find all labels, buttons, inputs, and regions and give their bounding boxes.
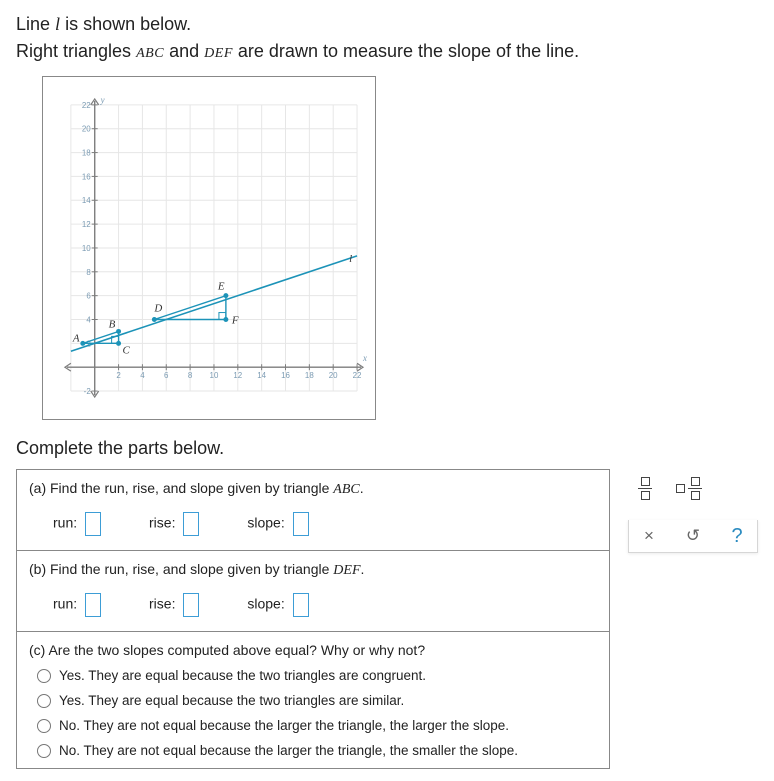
svg-text:4: 4 (86, 316, 91, 325)
questions-panel: (a) Find the run, rise, and slope given … (16, 469, 610, 769)
svg-text:x: x (362, 354, 367, 364)
option-1-label: Yes. They are equal because the two tria… (59, 668, 426, 683)
svg-text:E: E (217, 281, 225, 293)
slope-label-a: slope: (247, 515, 284, 531)
part-a: (a) Find the run, rise, and slope given … (17, 470, 609, 550)
rise-input-a[interactable] (183, 512, 199, 536)
svg-text:10: 10 (210, 372, 219, 381)
slope-input-a[interactable] (293, 512, 309, 536)
svg-text:4: 4 (140, 372, 145, 381)
run-label-b: run: (53, 596, 77, 612)
svg-text:14: 14 (257, 372, 266, 381)
option-2[interactable]: Yes. They are equal because the two tria… (37, 693, 597, 708)
part-a-prompt: (a) Find the run, rise, and slope given … (29, 480, 597, 498)
option-3[interactable]: No. They are not equal because the large… (37, 718, 597, 733)
svg-text:6: 6 (164, 372, 169, 381)
svg-text:16: 16 (281, 372, 290, 381)
clear-button[interactable]: × (639, 526, 659, 546)
subheading: Complete the parts below. (16, 438, 758, 459)
triangle-def: DEF (204, 45, 233, 61)
run-label-a: run: (53, 515, 77, 531)
rise-label-a: rise: (149, 515, 175, 531)
rise-label-b: rise: (149, 596, 175, 612)
undo-button[interactable]: ↺ (683, 526, 703, 546)
toolbox: × ↺ ? (628, 471, 758, 553)
part-c: (c) Are the two slopes computed above eq… (17, 631, 609, 768)
coordinate-graph: 2 4 6 8 10 12 14 16 18 20 22 -2 2 4 6 8 … (51, 85, 367, 411)
svg-text:6: 6 (86, 292, 91, 301)
svg-text:y: y (100, 95, 105, 105)
option-1[interactable]: Yes. They are equal because the two tria… (37, 668, 597, 683)
radio-icon[interactable] (37, 669, 51, 683)
run-input-a[interactable] (85, 512, 101, 536)
svg-text:2: 2 (116, 372, 121, 381)
svg-text:12: 12 (233, 372, 242, 381)
option-3-label: No. They are not equal because the large… (59, 718, 509, 733)
mixed-fraction-button[interactable] (676, 477, 702, 500)
slope-label-b: slope: (247, 596, 284, 612)
svg-text:C: C (123, 345, 131, 357)
rise-input-b[interactable] (183, 593, 199, 617)
svg-text:D: D (153, 303, 162, 315)
radio-icon[interactable] (37, 719, 51, 733)
svg-text:14: 14 (82, 197, 91, 206)
slope-input-b[interactable] (293, 593, 309, 617)
svg-text:18: 18 (82, 149, 91, 158)
svg-text:B: B (109, 319, 116, 331)
svg-text:18: 18 (305, 372, 314, 381)
svg-text:12: 12 (82, 220, 91, 229)
radio-icon[interactable] (37, 694, 51, 708)
part-b-prompt: (b) Find the run, rise, and slope given … (29, 561, 597, 579)
prompt-line-1: Line l is shown below. (16, 12, 758, 37)
svg-text:20: 20 (82, 125, 91, 134)
svg-text:10: 10 (82, 244, 91, 253)
prompt-line-2: Right triangles ABC and DEF are drawn to… (16, 39, 758, 64)
svg-text:-2: -2 (84, 387, 92, 396)
svg-text:22: 22 (353, 372, 362, 381)
svg-text:l: l (349, 253, 352, 265)
part-c-prompt: (c) Are the two slopes computed above eq… (29, 642, 597, 658)
svg-text:A: A (72, 333, 80, 345)
triangle-abc: ABC (136, 45, 164, 61)
svg-text:22: 22 (82, 101, 91, 110)
svg-text:F: F (231, 315, 239, 327)
svg-text:8: 8 (188, 372, 193, 381)
graph-panel: 2 4 6 8 10 12 14 16 18 20 22 -2 2 4 6 8 … (42, 76, 376, 420)
svg-text:8: 8 (86, 268, 91, 277)
run-input-b[interactable] (85, 593, 101, 617)
svg-text:16: 16 (82, 173, 91, 182)
svg-text:20: 20 (329, 372, 338, 381)
help-button[interactable]: ? (727, 526, 747, 546)
part-b: (b) Find the run, rise, and slope given … (17, 550, 609, 631)
fraction-button[interactable] (638, 477, 652, 500)
option-2-label: Yes. They are equal because the two tria… (59, 693, 404, 708)
